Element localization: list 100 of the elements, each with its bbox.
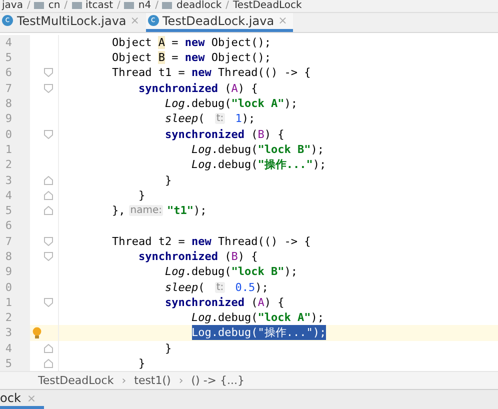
code-text: );	[284, 265, 298, 278]
code-text: );	[310, 311, 324, 324]
line-number: 1	[0, 142, 30, 158]
breadcrumb-item[interactable]: itcast	[86, 0, 114, 12]
class-icon: c	[2, 15, 13, 26]
static-call: Log	[192, 142, 212, 156]
code-text: .debug(	[184, 97, 232, 110]
number-literal: 1	[234, 112, 242, 126]
class-icon: c	[148, 15, 159, 26]
line-number: 9	[0, 111, 30, 126]
editor-tab[interactable]: c TestMultiLock.java ×	[0, 12, 146, 32]
code-text: (	[250, 128, 258, 141]
breadcrumb-item[interactable]: deadlock	[176, 0, 222, 12]
variable-name: B	[158, 51, 165, 64]
tab-label: TestDeadLock.java	[162, 14, 274, 28]
editor-tab[interactable]: c TestDeadLock.java ×	[146, 12, 294, 32]
code-text: .debug(	[211, 311, 258, 324]
breadcrumb-item[interactable]: cn	[48, 0, 60, 12]
keyword: synchronized	[138, 82, 218, 95]
line-number: 1	[0, 294, 30, 310]
code-text: .debug(	[184, 265, 232, 278]
code-text: (	[224, 250, 232, 263]
code-text: .debug(	[211, 142, 258, 156]
breadcrumb-item[interactable]: TestDeadLock	[233, 0, 302, 12]
field-name: A	[258, 296, 264, 309]
code-text: },	[112, 204, 126, 218]
breadcrumb-item[interactable]: () -> {...}	[191, 374, 244, 388]
number-literal: 0.5	[234, 280, 256, 294]
line-number: 2	[0, 157, 30, 172]
lightbulb-icon[interactable]	[32, 326, 42, 339]
keyword: new	[191, 66, 212, 80]
code-text: ) {	[264, 296, 284, 309]
code-text: );	[284, 97, 298, 110]
line-number: 5	[0, 356, 30, 372]
code-text: Thread(() -> {	[216, 234, 311, 248]
string-literal: "lock B"	[258, 142, 311, 156]
keyword: synchronized	[138, 250, 218, 263]
code-text: (	[198, 280, 206, 294]
code-text: Thread(() -> {	[216, 66, 311, 80]
fold-icon[interactable]	[44, 298, 53, 307]
string-literal: "lock A"	[258, 311, 311, 324]
line-number: 9	[0, 264, 30, 280]
line-number: 4	[0, 188, 30, 203]
code-text: ) {	[238, 250, 258, 263]
static-call: Log	[165, 97, 185, 110]
line-number: 8	[0, 248, 30, 264]
path-separator: /	[26, 0, 30, 12]
breadcrumb-item[interactable]: TestDeadLock	[38, 374, 114, 388]
code-text: );	[312, 158, 326, 172]
keyword: synchronized	[165, 128, 244, 141]
field-name: B	[231, 250, 238, 263]
line-number: 4	[0, 34, 30, 50]
folder-icon	[162, 2, 172, 10]
line-number: 3	[0, 325, 30, 341]
string-literal: "lock A"	[231, 97, 284, 110]
line-number: 0	[0, 279, 30, 295]
path-separator: /	[64, 0, 68, 12]
line-number: 6	[0, 65, 30, 81]
breadcrumb-item[interactable]: n4	[138, 0, 152, 12]
code-text: );	[242, 112, 256, 126]
code-text: ) {	[264, 128, 284, 141]
breadcrumb-item[interactable]: java	[2, 0, 23, 12]
code-text: Object();	[210, 36, 271, 49]
static-call: Log	[192, 311, 212, 324]
string-literal: "lock B"	[231, 265, 284, 278]
code-text: Object	[112, 51, 153, 64]
path-separator: /	[155, 0, 158, 12]
static-call: Log	[192, 158, 212, 172]
tool-tab[interactable]: ock ×	[0, 390, 44, 409]
folder-icon	[72, 2, 82, 10]
line-number: 5	[0, 202, 30, 218]
code-text: }	[138, 188, 146, 202]
static-call: sleep	[165, 280, 198, 294]
tab-label: ock	[0, 391, 21, 406]
path-separator: /	[117, 0, 120, 12]
code-text: );	[193, 204, 207, 218]
code-text: ) {	[238, 82, 258, 95]
code-text: (	[198, 112, 206, 126]
fold-icon[interactable]	[44, 130, 53, 139]
breadcrumb-item[interactable]: test1()	[134, 374, 171, 388]
line-number: 0	[0, 126, 30, 142]
code-text: }	[165, 174, 172, 186]
selected-code: Log.debug("操作...");	[192, 325, 326, 340]
code-text: Object();	[210, 51, 271, 64]
keyword: new	[184, 36, 205, 49]
line-number: 4	[0, 340, 30, 356]
string-literal: "操作..."	[258, 157, 313, 172]
code-text: =	[170, 36, 180, 49]
variable-name: A	[158, 36, 165, 49]
chevron-icon: ›	[122, 374, 126, 388]
code-text: =	[170, 51, 180, 64]
code-text: .debug(	[211, 158, 258, 172]
line-number: 6	[0, 218, 30, 234]
parameter-hint: t:	[215, 282, 225, 293]
static-call: sleep	[165, 112, 198, 126]
folder-icon	[34, 2, 44, 10]
parameter-hint: t:	[215, 113, 225, 124]
keyword: synchronized	[165, 296, 244, 309]
code-text: }	[165, 342, 172, 355]
tab-label: TestMultiLock.java	[17, 14, 126, 28]
